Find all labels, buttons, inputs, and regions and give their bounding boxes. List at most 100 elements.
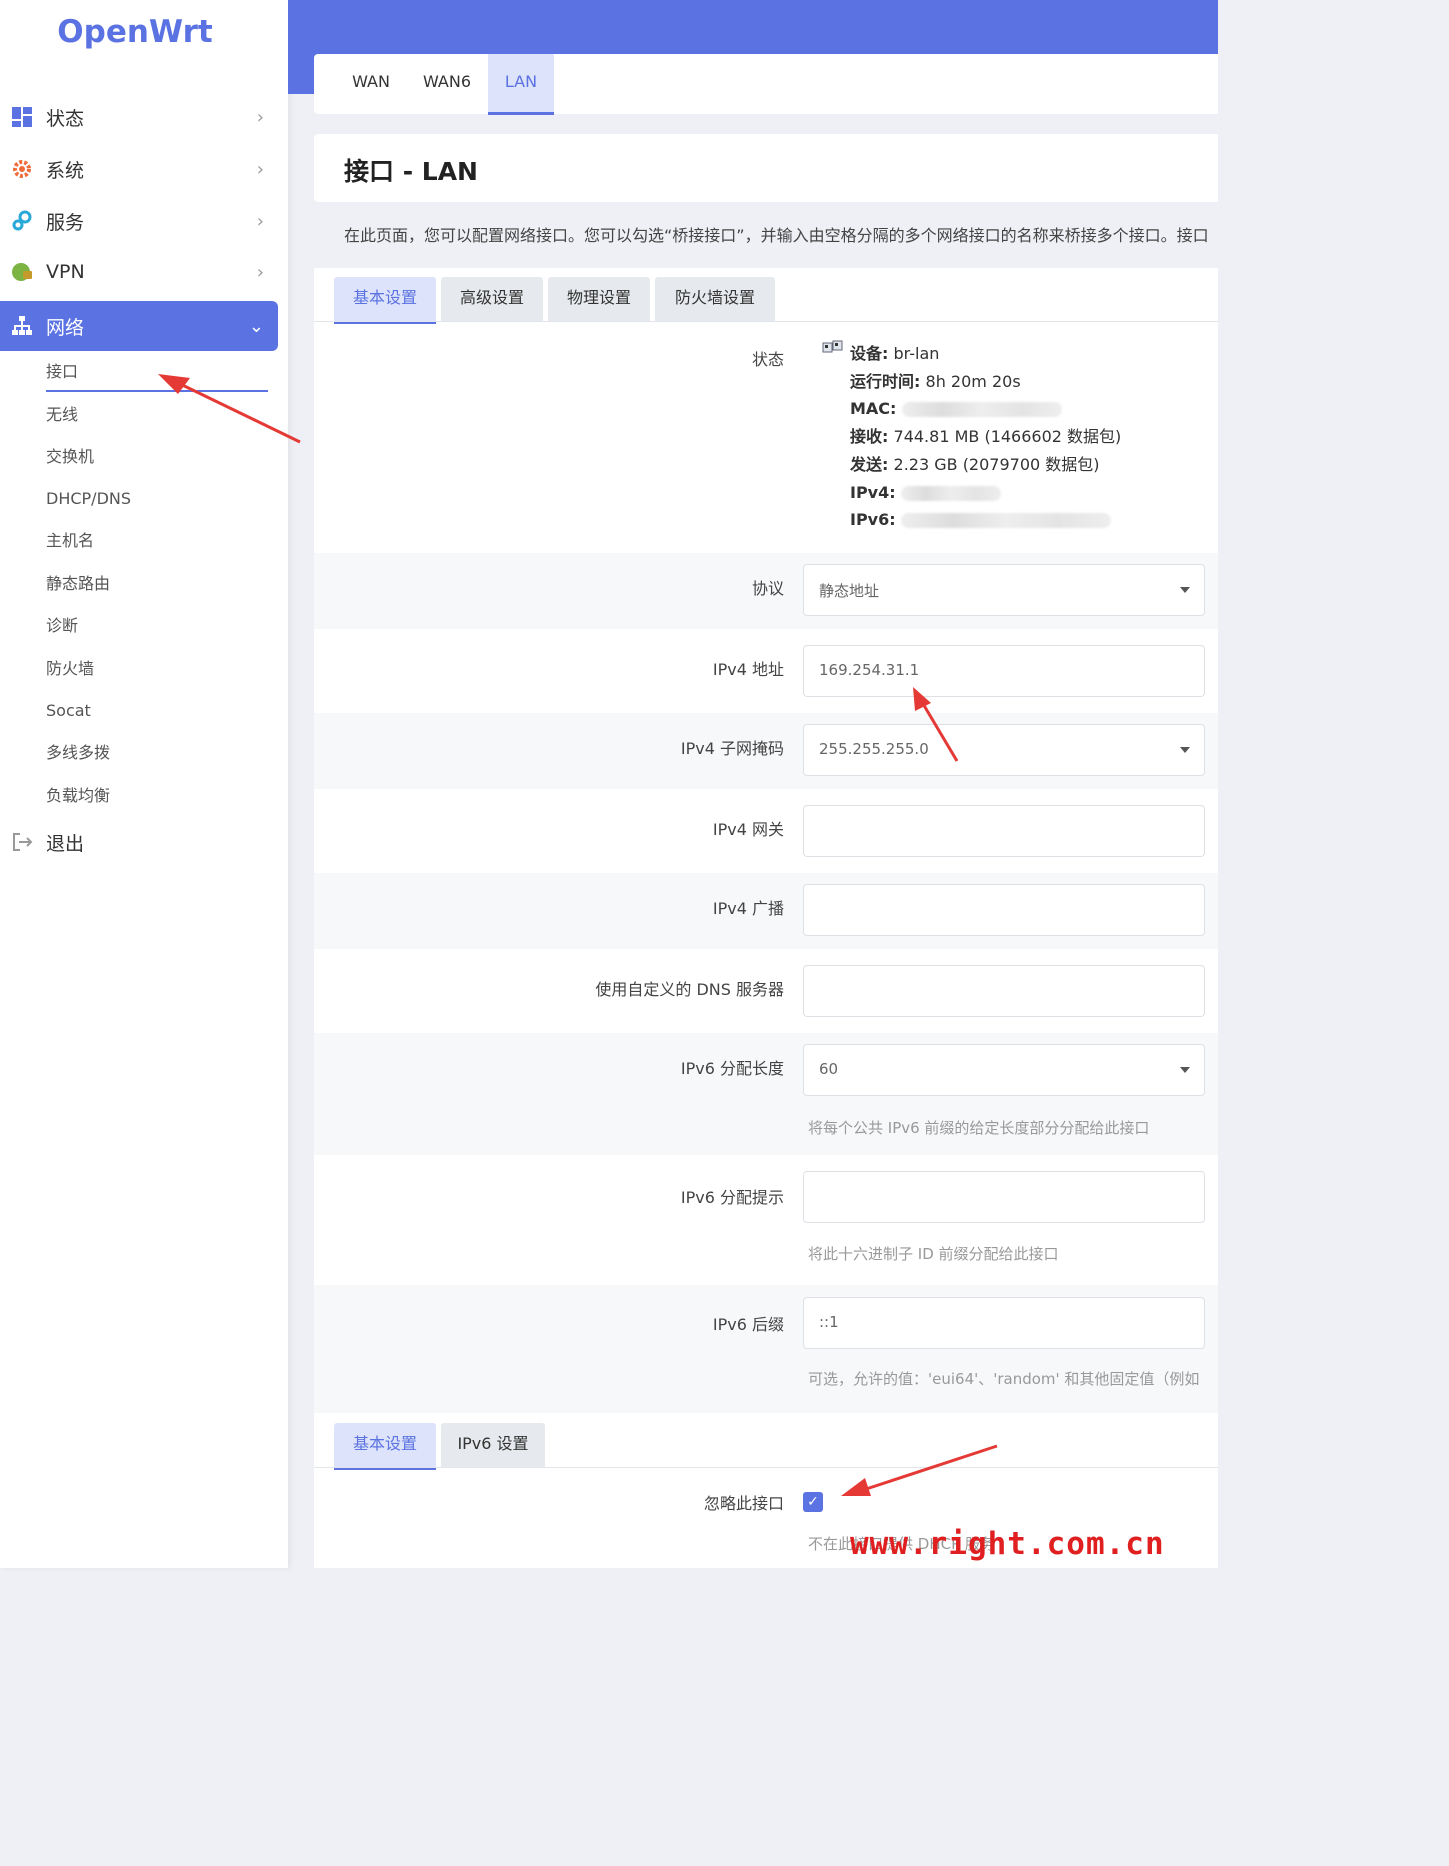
page-description: 在此页面，您可以配置网络接口。您可以勾选“桥接接口”，并输入由空格分隔的多个网络… (344, 226, 1209, 245)
redacted-mac (901, 402, 1062, 418)
tab-lan[interactable]: LAN (488, 54, 554, 115)
ignore-interface-checkbox[interactable]: ✓ (803, 1492, 823, 1512)
ipv4-netmask-value: 255.255.255.0 (819, 740, 929, 758)
sidebar-item-system[interactable]: 系统 › (0, 144, 278, 194)
interface-status: 设备: br-lan 运行时间: 8h 20m 20s MAC: 接收: 744… (850, 344, 1122, 530)
ipv6-assign-hint-input[interactable] (803, 1171, 1205, 1223)
sidebar-subitem-hostnames[interactable]: 主机名 (46, 523, 268, 559)
watermark: www.right.com.cn (850, 1526, 1165, 1562)
redacted-ipv4 (900, 485, 1001, 501)
form-row-ipv4-broadcast: IPv4 广播 (314, 873, 1218, 949)
sidebar-item-services[interactable]: 服务 › (0, 196, 278, 246)
form-row-ipv4-address: IPv4 地址 169.254.31.1 (314, 629, 1218, 713)
sidebar-item-status[interactable]: 状态 › (0, 92, 278, 142)
sidebar-subitem-static-routes[interactable]: 静态路由 (46, 566, 268, 602)
sidebar-item-label: VPN (46, 261, 85, 283)
tab-basic-settings[interactable]: 基本设置 (334, 277, 436, 324)
chevron-right-icon: › (256, 261, 264, 283)
divider (314, 1467, 1218, 1468)
form-row-ipv4-netmask: IPv4 子网掩码 255.255.255.0 (314, 713, 1218, 789)
ipv6-suffix-input[interactable]: ::1 (803, 1297, 1205, 1349)
tab-advanced-settings[interactable]: 高级设置 (441, 277, 543, 321)
chevron-right-icon: › (256, 158, 264, 180)
status-device: br-lan (893, 344, 940, 363)
ipv4-address-label: IPv4 地址 (712, 660, 784, 679)
ignore-interface-label: 忽略此接口 (703, 1494, 784, 1513)
status-rx-key: 接收 (850, 427, 883, 447)
ipv4-gateway-input[interactable] (803, 805, 1205, 857)
sidebar-item-vpn[interactable]: VPN › (0, 247, 278, 297)
caret-down-icon (1180, 747, 1190, 753)
page-title: 接口 - LAN (344, 157, 478, 186)
sidebar-item-label: 网络 (46, 316, 85, 339)
form-row-ipv6-assign-hint: IPv6 分配提示 将此十六进制子 ID 前缀分配给此接口 (314, 1155, 1218, 1285)
services-icon (10, 210, 34, 232)
sidebar-subitem-dhcp-dns[interactable]: DHCP/DNS (46, 481, 268, 517)
sidebar-subitem-switch[interactable]: 交换机 (46, 439, 268, 475)
ipv4-broadcast-label: IPv4 广播 (712, 899, 784, 918)
sidebar-item-label: 服务 (46, 211, 85, 234)
sidebar-subitem-load-balance[interactable]: 负载均衡 (46, 778, 268, 814)
sidebar-subitem-diagnostics[interactable]: 诊断 (46, 608, 268, 644)
sidebar-subitem-firewall[interactable]: 防火墙 (46, 651, 268, 687)
tab-dhcp-basic[interactable]: 基本设置 (334, 1423, 436, 1470)
sidebar-subitem-interfaces[interactable]: 接口 (46, 354, 268, 392)
status-rx: 744.81 MB (1466602 数据包) (893, 427, 1122, 447)
settings-panel: 基本设置 高级设置 物理设置 防火墙设置 状态 设备: br-lan 运行时间:… (314, 268, 1218, 1568)
protocol-select[interactable]: 静态地址 (803, 564, 1205, 616)
ipv6-assign-length-label: IPv6 分配长度 (680, 1059, 784, 1078)
sidebar-subitem-socat[interactable]: Socat (46, 693, 268, 729)
custom-dns-input[interactable] (803, 965, 1205, 1017)
tab-dhcp-ipv6[interactable]: IPv6 设置 (441, 1423, 545, 1467)
dashboard-icon (10, 106, 34, 128)
ipv6-assign-length-select[interactable]: 60 (803, 1044, 1205, 1096)
sidebar-item-logout[interactable]: 退出 (0, 817, 278, 867)
protocol-value: 静态地址 (819, 582, 880, 600)
ipv4-address-input[interactable]: 169.254.31.1 (803, 645, 1205, 697)
sidebar-item-label: 状态 (46, 107, 85, 130)
caret-down-icon (1180, 1067, 1190, 1073)
tab-firewall-settings[interactable]: 防火墙设置 (655, 277, 775, 321)
form-row-ipv6-assign-length: IPv6 分配长度 60 将每个公共 IPv6 前缀的给定长度部分分配给此接口 (314, 1033, 1218, 1155)
status-tx: 2.23 GB (2079700 数据包) (893, 454, 1100, 474)
status-ipv6-key: IPv6 (850, 510, 890, 530)
ipv4-address-value: 169.254.31.1 (819, 661, 920, 679)
page-title-box: 接口 - LAN (314, 134, 1218, 202)
network-icon (10, 315, 34, 337)
ipv6-suffix-label: IPv6 后缀 (712, 1315, 784, 1334)
ipv6-assign-length-hint: 将每个公共 IPv6 前缀的给定长度部分分配给此接口 (808, 1119, 1150, 1137)
form-row-ipv4-gateway: IPv4 网关 (314, 789, 1218, 873)
gear-icon (10, 158, 34, 180)
chevron-right-icon: › (256, 106, 264, 128)
tab-physical-settings[interactable]: 物理设置 (548, 277, 650, 321)
form-row-custom-dns: 使用自定义的 DNS 服务器 (314, 949, 1218, 1033)
sidebar: OpenWrt 状态 › 系统 › 服务 › VPN › 网络 ⌄ 接口 无线 (0, 0, 288, 1568)
tab-wan[interactable]: WAN (336, 54, 406, 112)
network-device-icon (822, 340, 843, 353)
chevron-down-icon: ⌄ (248, 315, 264, 337)
caret-down-icon (1180, 587, 1190, 593)
form-row-protocol: 协议 静态地址 (314, 553, 1218, 629)
ipv6-assign-hint-label: IPv6 分配提示 (680, 1188, 784, 1207)
form-row-ipv6-suffix: IPv6 后缀 ::1 可选，允许的值：'eui64'、'random' 和其他… (314, 1285, 1218, 1413)
status-uptime: 8h 20m 20s (925, 371, 1021, 391)
ipv4-netmask-label: IPv4 子网掩码 (680, 739, 784, 758)
status-device-key: 设备 (850, 344, 883, 363)
openwrt-logo[interactable]: OpenWrt (0, 14, 270, 50)
ipv4-gateway-label: IPv4 网关 (712, 820, 784, 839)
globe-lock-icon (10, 261, 34, 283)
ipv4-broadcast-input[interactable] (803, 884, 1205, 936)
sidebar-subitem-wireless[interactable]: 无线 (46, 397, 268, 433)
status-label: 状态 (751, 350, 784, 369)
tab-wan6[interactable]: WAN6 (412, 54, 482, 112)
divider (314, 321, 1218, 322)
ipv6-assign-hint-hint: 将此十六进制子 ID 前缀分配给此接口 (808, 1245, 1059, 1263)
ipv6-suffix-hint: 可选，允许的值：'eui64'、'random' 和其他固定值（例如 (808, 1370, 1200, 1388)
status-mac-key: MAC (850, 399, 891, 419)
logout-icon (10, 831, 34, 853)
ipv4-netmask-select[interactable]: 255.255.255.0 (803, 724, 1205, 776)
sidebar-item-network[interactable]: 网络 ⌄ (0, 301, 278, 351)
ipv6-assign-length-value: 60 (819, 1060, 839, 1078)
sidebar-subitem-multiwan[interactable]: 多线多拨 (46, 735, 268, 771)
status-uptime-key: 运行时间 (850, 371, 915, 391)
